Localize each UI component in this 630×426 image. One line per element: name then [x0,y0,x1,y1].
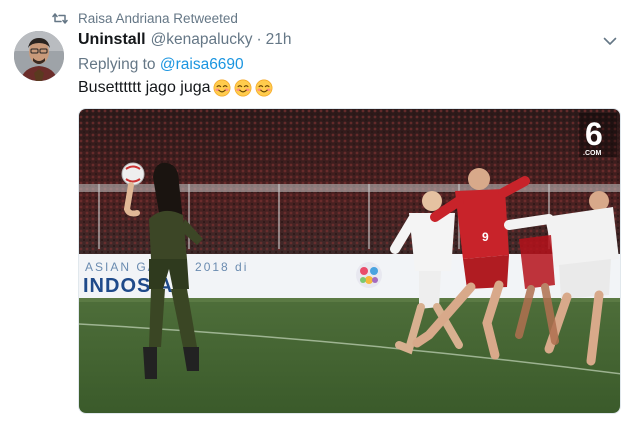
smiling-face-icon [255,79,272,97]
tweet-body: Busetttttt jago juga [78,79,211,96]
tweet-text: Busetttttt jago juga [78,79,276,97]
chevron-down-icon[interactable] [602,34,618,48]
reply-handle-link[interactable]: @raisa6690 [160,56,244,73]
watermark-logo: 6 .COM [579,113,617,157]
tweet-media-photo[interactable]: ASIAN GAMES 2018 di INDOSIAR [78,108,621,414]
timestamp[interactable]: 21h [266,31,292,49]
retweet-context: Raisa Andriana Retweeted [52,9,238,27]
watermark-sub: .COM [583,150,601,157]
retweet-text[interactable]: Raisa Andriana Retweeted [78,11,238,26]
player-number: 9 [482,230,489,244]
reply-context: Replying to @raisa6690 [78,56,244,74]
user-handle[interactable]: @kenapalucky [151,31,253,49]
tweet-header: Uninstall @kenapalucky · 21h [78,31,292,51]
avatar[interactable] [14,31,64,81]
watermark-number: 6 [585,116,603,152]
reply-prefix: Replying to [78,56,160,73]
smiling-face-icon [213,79,230,97]
display-name[interactable]: Uninstall [78,31,146,49]
tweet-card[interactable]: Raisa Andriana Retweeted Uninstall @kena… [0,0,630,426]
emoji-row [213,79,276,97]
smiling-face-icon [234,79,251,97]
separator-dot: · [256,31,262,48]
retweet-icon [52,11,68,25]
